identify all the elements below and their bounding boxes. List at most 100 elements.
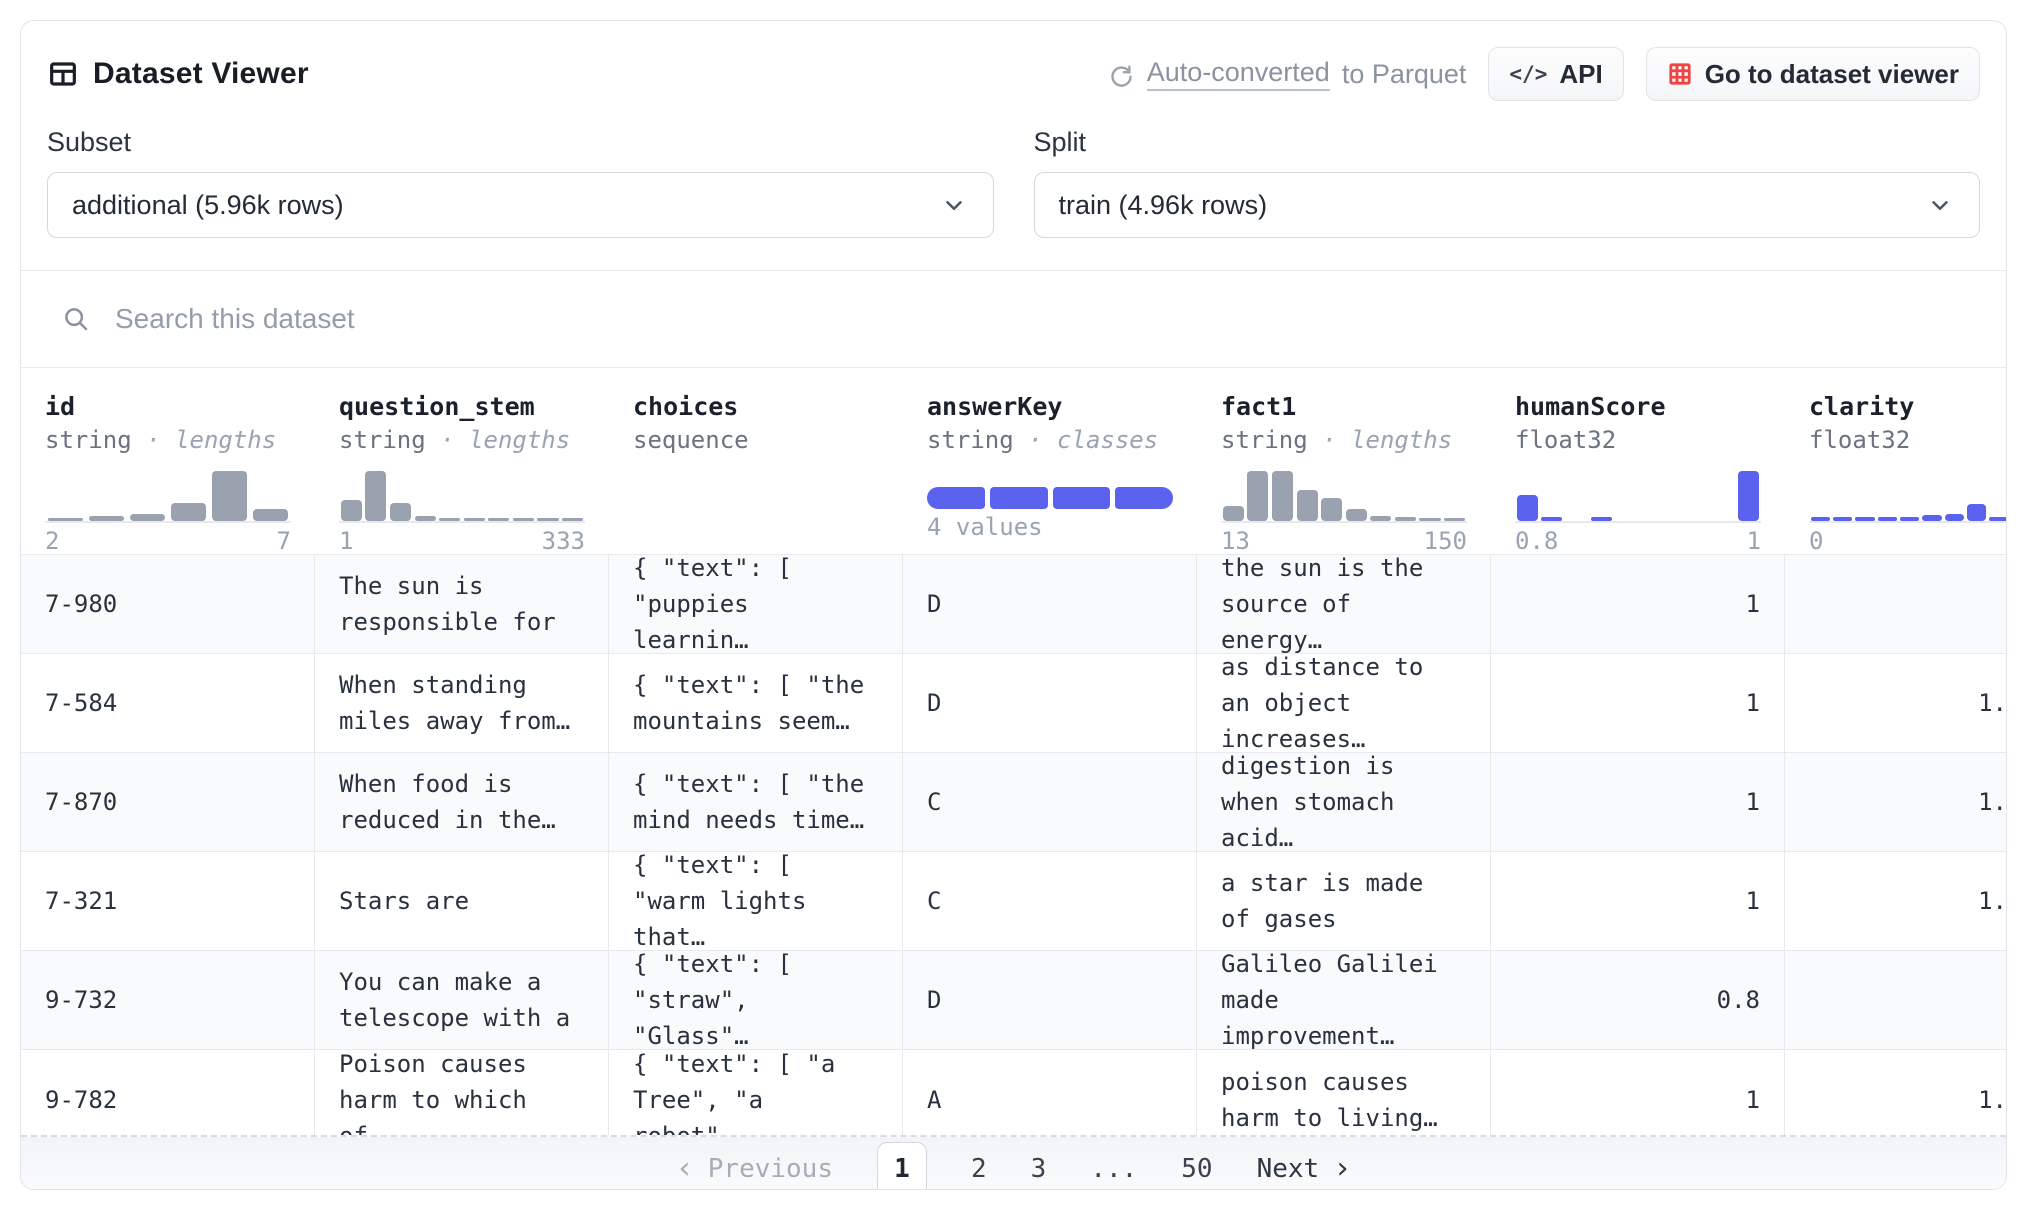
cell-answerKey[interactable]: C	[903, 753, 1197, 851]
cell-question_stem[interactable]: Poison causes harm to which of…	[315, 1050, 609, 1135]
histogram-bar	[1663, 469, 1688, 521]
title-wrap: Dataset Viewer	[47, 57, 309, 91]
page-number[interactable]: 2	[971, 1154, 987, 1184]
histogram-bar	[1515, 469, 1540, 521]
table-header: idstring · lengths27question_stemstring …	[21, 368, 2006, 555]
previous-label: Previous	[708, 1154, 833, 1184]
cell-humanScore[interactable]: 0.8	[1491, 951, 1785, 1049]
api-button-label: API	[1559, 59, 1602, 90]
column-histogram[interactable]: 0.81	[1515, 469, 1761, 555]
next-page-button[interactable]: Next ›	[1257, 1154, 1352, 1184]
histogram-bar	[560, 469, 585, 521]
page-number[interactable]: 3	[1031, 1154, 1047, 1184]
histogram-bar	[1540, 469, 1565, 521]
chevron-right-icon: ›	[1333, 1154, 1351, 1184]
cell-id[interactable]: 7-870	[21, 753, 315, 851]
column-type: float32	[1809, 424, 2007, 457]
cell-humanScore[interactable]: 1	[1491, 654, 1785, 752]
cell-answerKey[interactable]: C	[903, 852, 1197, 950]
cell-question_stem[interactable]: When standing miles away from…	[315, 654, 609, 752]
subset-select[interactable]: additional (5.96k rows)	[47, 172, 994, 238]
histogram-ticks: 27	[45, 527, 291, 555]
cell-clarity[interactable]: 1.	[1785, 654, 2006, 752]
cell-answerKey[interactable]: D	[903, 555, 1197, 653]
column-name: answerKey	[927, 390, 1173, 424]
table-row: 9-732You can make a telescope with a{ "t…	[21, 951, 2006, 1050]
cell-id[interactable]: 7-980	[21, 555, 315, 653]
cell-choices[interactable]: { "text": [ "the mind needs time…	[609, 753, 903, 851]
search-bar[interactable]: Search this dataset	[21, 270, 2006, 368]
cell-question_stem[interactable]: When food is reduced in the…	[315, 753, 609, 851]
go-to-dataset-viewer-button[interactable]: Go to dataset viewer	[1646, 47, 1980, 101]
cell-choices[interactable]: { "text": [ "warm lights that…	[609, 852, 903, 950]
column-histogram[interactable]: 4 values	[927, 487, 1173, 541]
column-histogram[interactable]: 1333	[339, 469, 585, 555]
cell-fact1[interactable]: a star is made of gases	[1197, 852, 1491, 950]
split-value: train (4.96k rows)	[1059, 190, 1268, 221]
cell-clarity[interactable]: 1.	[1785, 1050, 2006, 1135]
cell-fact1[interactable]: as distance to an object increases…	[1197, 654, 1491, 752]
auto-converted-link[interactable]: Auto-converted	[1147, 57, 1330, 91]
api-button[interactable]: </> API	[1488, 47, 1623, 101]
cell-clarity[interactable]	[1785, 555, 2006, 653]
cell-choices[interactable]: { "text": [ "the mountains seem…	[609, 654, 903, 752]
histogram-bar	[45, 469, 86, 521]
column-type: string · lengths	[339, 424, 585, 457]
histogram-ticks: 0	[1809, 527, 2007, 555]
cell-answerKey[interactable]: D	[903, 654, 1197, 752]
page-current[interactable]: 1	[877, 1142, 927, 1190]
histogram-bar	[1898, 469, 1920, 521]
cell-id[interactable]: 9-782	[21, 1050, 315, 1135]
histogram-bar	[1638, 469, 1663, 521]
cell-humanScore[interactable]: 1	[1491, 1050, 1785, 1135]
cell-fact1[interactable]: digestion is when stomach acid…	[1197, 753, 1491, 851]
table-grid-icon	[47, 58, 79, 90]
histogram-label: 4 values	[927, 513, 1173, 541]
page-number-list: 123...50	[877, 1142, 1213, 1190]
column-type: string · lengths	[1221, 424, 1467, 457]
cell-choices[interactable]: { "text": [ "a Tree", "a robot"…	[609, 1050, 903, 1135]
pagination-bar: ‹ Previous 123...50 Next ›	[21, 1135, 2006, 1190]
column-histogram[interactable]: 13150	[1221, 469, 1467, 555]
class-segment	[1053, 487, 1111, 509]
cell-clarity[interactable]: 1.	[1785, 852, 2006, 950]
cell-answerKey[interactable]: D	[903, 951, 1197, 1049]
cell-humanScore[interactable]: 1	[1491, 753, 1785, 851]
cell-humanScore[interactable]: 1	[1491, 555, 1785, 653]
cell-fact1[interactable]: Galileo Galilei made improvement…	[1197, 951, 1491, 1049]
cell-question_stem[interactable]: You can make a telescope with a	[315, 951, 609, 1049]
dataset-viewer-card: Dataset Viewer Auto-converted to Parquet…	[20, 20, 2007, 1190]
page-number[interactable]: 50	[1181, 1154, 1212, 1184]
histogram-bar	[462, 469, 487, 521]
red-table-icon	[1667, 61, 1693, 87]
cell-fact1[interactable]: the sun is the source of energy…	[1197, 555, 1491, 653]
cell-choices[interactable]: { "text": [ "puppies learnin…	[609, 555, 903, 653]
column-type: sequence	[633, 424, 879, 457]
cell-fact1[interactable]: poison causes harm to living…	[1197, 1050, 1491, 1135]
card-header: Dataset Viewer Auto-converted to Parquet…	[21, 21, 2006, 101]
column-histogram[interactable]: 0	[1809, 469, 2007, 555]
cell-question_stem[interactable]: Stars are	[315, 852, 609, 950]
histogram-bar	[1854, 469, 1876, 521]
cell-answerKey[interactable]: A	[903, 1050, 1197, 1135]
cell-id[interactable]: 9-732	[21, 951, 315, 1049]
cell-humanScore[interactable]: 1	[1491, 852, 1785, 950]
cell-choices[interactable]: { "text": [ "straw", "Glass"…	[609, 951, 903, 1049]
split-select[interactable]: train (4.96k rows)	[1034, 172, 1981, 238]
viewer-button-label: Go to dataset viewer	[1705, 59, 1959, 90]
histogram-bar	[1369, 469, 1394, 521]
search-input[interactable]: Search this dataset	[115, 303, 355, 335]
previous-page-button[interactable]: ‹ Previous	[676, 1154, 833, 1184]
histogram-bar	[1418, 469, 1443, 521]
cell-id[interactable]: 7-584	[21, 654, 315, 752]
histogram-bar	[413, 469, 438, 521]
cell-clarity[interactable]: 1.	[1785, 753, 2006, 851]
search-icon	[61, 304, 91, 334]
table-row: 7-980The sun is responsible for{ "text":…	[21, 555, 2006, 654]
table-row: 9-782Poison causes harm to which of…{ "t…	[21, 1050, 2006, 1135]
histogram-bar	[168, 469, 209, 521]
cell-clarity[interactable]	[1785, 951, 2006, 1049]
column-histogram[interactable]: 27	[45, 469, 291, 555]
cell-id[interactable]: 7-321	[21, 852, 315, 950]
cell-question_stem[interactable]: The sun is responsible for	[315, 555, 609, 653]
